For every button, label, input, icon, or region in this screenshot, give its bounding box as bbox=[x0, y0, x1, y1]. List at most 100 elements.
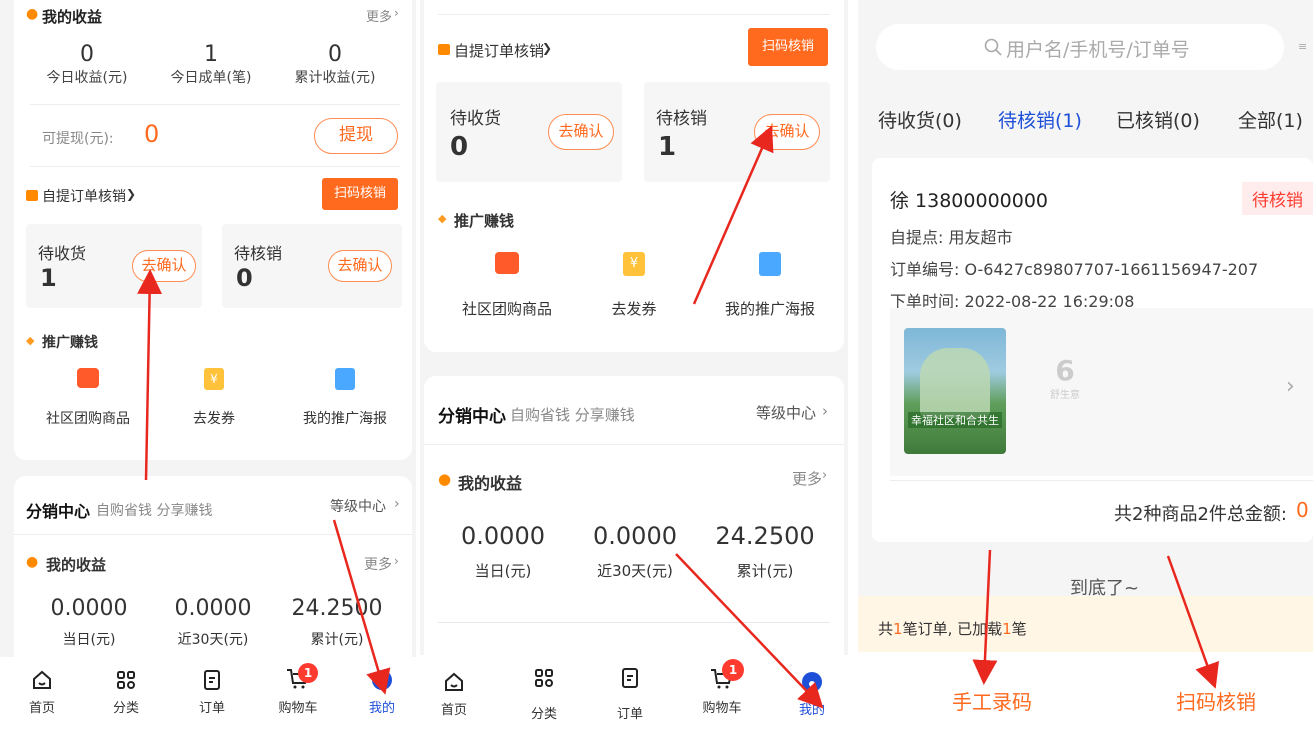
to-verify-confirm-button[interactable]: 去确认 bbox=[328, 250, 392, 282]
stat-label: 当日(元) bbox=[62, 632, 116, 648]
divider bbox=[438, 14, 830, 15]
to-receive-count: 1 bbox=[40, 264, 57, 292]
promo-item-label: 去发券 bbox=[611, 300, 657, 318]
to-verify-box: 待核销 0 去确认 bbox=[222, 224, 402, 308]
search-bar[interactable]: 用户名/手机号/订单号 bbox=[876, 24, 1284, 70]
loaded-prefix: 共 bbox=[878, 620, 894, 638]
product-image-structure bbox=[920, 348, 990, 418]
promo-item-label: 去发券 bbox=[193, 411, 235, 427]
stat-label: 今日收益(元) bbox=[46, 70, 128, 86]
pickup-chevron-icon: ❯ bbox=[542, 41, 553, 55]
tab-to-verify[interactable]: 待核销(1) bbox=[998, 106, 1082, 133]
promo-item-poster[interactable]: 我的推广海报 bbox=[290, 368, 400, 428]
to-receive-confirm-button[interactable]: 去确认 bbox=[132, 250, 196, 282]
stat-total-earnings: 0 累计收益(元) bbox=[280, 42, 390, 87]
to-verify-box: 待核销 1 去确认 bbox=[644, 82, 830, 182]
app-screen-verify-orders: 用户名/手机号/订单号 ≡ 待收货(0) 待核销(1) 已核销(0) 全部(1)… bbox=[858, 0, 1313, 739]
tab-home[interactable]: 首页 bbox=[424, 671, 484, 718]
promo-item-poster[interactable]: 我的推广海报 bbox=[712, 252, 828, 319]
tab-label: 订单 bbox=[616, 707, 643, 722]
more-link[interactable]: 更多 bbox=[366, 6, 392, 25]
order-summary: 共2种商品2件总金额: bbox=[1114, 504, 1287, 525]
money-bag-icon: ● bbox=[26, 6, 39, 22]
to-verify-label: 待核销 bbox=[234, 244, 283, 263]
distribution-card: 分销中心 自购省钱 分享赚钱 等级中心 › ● 我的收益 更多 › 0.0000… bbox=[424, 376, 844, 666]
order-card[interactable]: 徐 13800000000 待核销 自提点: 用友超市 订单编号: O-6427… bbox=[872, 158, 1313, 542]
tab-home[interactable]: 首页 bbox=[12, 669, 72, 716]
withdrawable-label: 可提现(元): bbox=[42, 131, 114, 147]
pickup-title[interactable]: 自提订单核销 bbox=[42, 186, 126, 206]
order-list-icon bbox=[204, 670, 220, 690]
promo-item-coupon[interactable]: ¥ 去发券 bbox=[174, 368, 254, 428]
to-receive-box: 待收货 1 去确认 bbox=[26, 224, 202, 308]
to-receive-confirm-button[interactable]: 去确认 bbox=[548, 114, 614, 150]
scan-verify-button[interactable]: 扫码核销 bbox=[748, 28, 828, 66]
tab-label: 购物车 bbox=[702, 701, 742, 716]
tab-cart[interactable]: 购物车 1 bbox=[268, 663, 328, 716]
level-center-link[interactable]: 等级中心 bbox=[330, 496, 386, 516]
stat-label: 近30天(元) bbox=[177, 632, 249, 648]
to-receive-box: 待收货 0 去确认 bbox=[436, 82, 622, 182]
home-icon bbox=[445, 672, 463, 691]
bottom-action-bar: 手工录码 扫码核销 bbox=[858, 652, 1313, 739]
withdraw-button[interactable]: 提现 bbox=[314, 118, 398, 154]
dist-title: 分销中心 bbox=[26, 502, 91, 521]
shopping-bag-icon bbox=[77, 368, 99, 388]
promo-item-label: 我的推广海报 bbox=[724, 300, 815, 318]
tab-label: 首页 bbox=[440, 703, 467, 718]
cart-badge: 1 bbox=[722, 659, 744, 681]
earn-stat-total: 24.2500 累计(元) bbox=[700, 522, 830, 581]
loaded-count: 1 bbox=[1002, 620, 1012, 638]
stat-label: 当日(元) bbox=[474, 562, 532, 580]
loaded-count: 1 bbox=[893, 620, 903, 638]
dist-subtitle: 自购省钱 分享赚钱 bbox=[510, 406, 635, 424]
pickup-chevron-icon: ❯ bbox=[126, 187, 137, 201]
tab-cart[interactable]: 购物车 1 bbox=[692, 659, 752, 716]
user-icon bbox=[802, 672, 822, 692]
tab-verified[interactable]: 已核销(0) bbox=[1116, 106, 1200, 133]
promo-item-coupon[interactable]: ¥ 去发券 bbox=[594, 252, 674, 319]
distribution-card: 分销中心 自购省钱 分享赚钱 等级中心 › ● 我的收益 更多 › 0.0000… bbox=[14, 476, 412, 676]
level-center-link[interactable]: 等级中心 bbox=[756, 402, 816, 423]
stat-value: 0.0000 bbox=[50, 596, 128, 621]
tab-to-receive[interactable]: 待收货(0) bbox=[878, 106, 962, 133]
product-row[interactable]: 幸福社区和合共生 6 舒生意 › bbox=[890, 308, 1313, 476]
stat-value: 1 bbox=[204, 42, 218, 67]
loaded-info-bar: 共1笔订单, 已加载1笔 bbox=[858, 596, 1313, 652]
tab-category[interactable]: 分类 bbox=[96, 669, 156, 716]
scan-verify-button[interactable]: 扫码核销 bbox=[1176, 686, 1256, 715]
stat-label: 累计收益(元) bbox=[294, 70, 376, 86]
promo-item-group-goods[interactable]: 社区团购商品 bbox=[452, 252, 562, 319]
tab-orders[interactable]: 订单 bbox=[182, 669, 242, 716]
tab-label: 首页 bbox=[28, 701, 55, 716]
pickup-point: 自提点: 用友超市 bbox=[890, 228, 1013, 247]
stat-value: 0.0000 bbox=[174, 596, 252, 621]
tab-mine[interactable]: 我的 bbox=[782, 671, 842, 718]
stat-value: 24.2500 bbox=[715, 522, 815, 550]
manual-entry-button[interactable]: 手工录码 bbox=[952, 686, 1032, 715]
more-link[interactable]: 更多 bbox=[792, 468, 822, 489]
tab-all[interactable]: 全部(1) bbox=[1238, 106, 1303, 133]
to-verify-confirm-button[interactable]: 去确认 bbox=[754, 114, 820, 150]
promo-item-group-goods[interactable]: 社区团购商品 bbox=[38, 368, 138, 428]
pickup-title[interactable]: 自提订单核销 bbox=[454, 40, 544, 61]
status-badge: 待核销 bbox=[1242, 182, 1313, 215]
filter-icon[interactable]: ≡ bbox=[1298, 40, 1307, 53]
stat-today-orders: 1 今日成单(笔) bbox=[156, 42, 266, 87]
coupon-icon: ¥ bbox=[204, 368, 224, 390]
product-image-caption: 幸福社区和合共生 bbox=[908, 412, 1002, 428]
header-area: 用户名/手机号/订单号 ≡ 待收货(0) 待核销(1) 已核销(0) 全部(1) bbox=[858, 0, 1313, 152]
tab-category[interactable]: 分类 bbox=[514, 667, 574, 722]
earnings-title: 我的收益 bbox=[458, 474, 523, 493]
shopping-bag-icon bbox=[495, 252, 519, 274]
more-link[interactable]: 更多 bbox=[364, 554, 392, 574]
tab-orders[interactable]: 订单 bbox=[600, 667, 660, 722]
earn-stat-total: 24.2500 累计(元) bbox=[272, 596, 402, 649]
search-input[interactable]: 用户名/手机号/订单号 bbox=[1006, 35, 1190, 62]
order-total: 0 bbox=[1296, 498, 1309, 522]
search-icon bbox=[984, 38, 1002, 56]
tab-mine[interactable]: 我的 bbox=[352, 669, 412, 716]
dist-title: 分销中心 bbox=[438, 407, 506, 427]
scan-verify-button[interactable]: 扫码核销 bbox=[322, 178, 398, 210]
chevron-right-icon: › bbox=[394, 6, 399, 20]
